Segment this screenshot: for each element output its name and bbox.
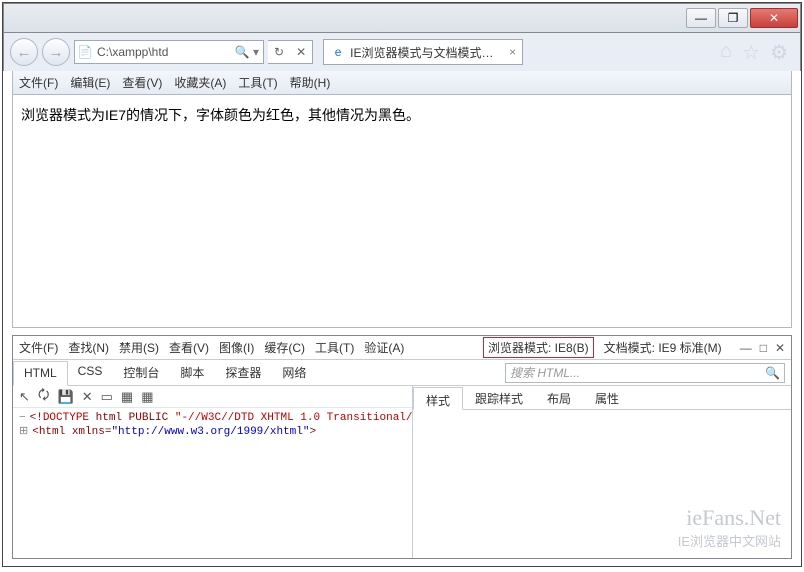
menu-help[interactable]: 帮助(H) [290,74,331,91]
watermark: ieFans.Net IE浏览器中文网站 [678,505,781,550]
stop-button[interactable]: ✕ [290,45,312,59]
dt-menu-file[interactable]: 文件(F) [19,339,58,356]
dt-tab-script[interactable]: 脚本 [170,360,215,385]
dt-menu-disable[interactable]: 禁用(S) [119,339,159,356]
address-utility: ↻ ✕ [268,40,313,64]
dt-restore-icon[interactable]: □ [760,341,767,355]
rtab-trace[interactable]: 跟踪样式 [463,386,535,409]
dt-menu-find[interactable]: 查找(N) [68,339,109,356]
dt-menu-validate[interactable]: 验证(A) [364,339,404,356]
tab-title: IE浏览器模式与文档模式的... [350,44,503,61]
window-minimize-button[interactable]: — [686,8,716,28]
menu-view[interactable]: 查看(V) [122,74,162,91]
ie-logo-icon: e [330,44,346,60]
favorites-icon[interactable]: ☆ [742,40,760,65]
rtab-attrs[interactable]: 属性 [583,386,631,409]
menu-favorites[interactable]: 收藏夹(A) [174,74,226,91]
page-content: 浏览器模式为IE7的情况下，字体颜色为红色，其他情况为黑色。 [12,95,792,328]
tab-close-button[interactable]: × [509,45,516,59]
tools-gear-icon[interactable]: ⚙ [770,40,788,65]
search-icon[interactable]: 🔍 [765,366,780,380]
grid-icon[interactable]: ▦ [121,389,133,405]
save-icon[interactable]: 💾 [58,389,74,405]
rtab-layout[interactable]: 布局 [535,386,583,409]
dt-menu-view[interactable]: 查看(V) [169,339,209,356]
devtools-search-input[interactable]: 搜索 HTML... 🔍 [505,363,785,383]
refresh-button[interactable]: ↻ [268,45,290,59]
dt-tab-css[interactable]: CSS [68,360,114,385]
window-titlebar: — ❐ ✕ [3,3,801,33]
clear-icon[interactable]: ✕ [82,389,93,405]
forward-button[interactable]: → [42,38,70,66]
devtools-style-pane: 样式 跟踪样式 布局 属性 ieFans.Net IE浏览器中文网站 [413,386,791,558]
search-dropdown-icon[interactable]: 🔍 ▾ [231,45,263,59]
document-mode-selector[interactable]: 文档模式: IE9 标准(M) [604,339,722,356]
rtab-styles[interactable]: 样式 [413,387,463,410]
dt-tab-profiler[interactable]: 探查器 [215,360,272,385]
select-element-icon[interactable]: ↖ [19,389,30,405]
address-text: C:\xampp\htd [95,45,231,59]
menu-edit[interactable]: 编辑(E) [70,74,110,91]
devtools-dom-pane: ↖ 🗘 💾 ✕ ▭ ▦ ▦ −<!DOCTYPE html PUBLIC "-/… [13,386,413,558]
address-bar[interactable]: 📄 C:\xampp\htd 🔍 ▾ [74,40,264,64]
watermark-subtitle: IE浏览器中文网站 [678,531,781,550]
search-placeholder: 搜索 HTML... [510,364,580,381]
dt-tab-html[interactable]: HTML [13,361,68,386]
browser-mode-selector[interactable]: 浏览器模式: IE8(B) [483,337,594,358]
window-maximize-button[interactable]: ❐ [718,8,748,28]
src-line-2: ⊞<html xmlns="http://www.w3.org/1999/xht… [19,424,406,438]
dt-menu-image[interactable]: 图像(I) [219,339,254,356]
browser-menubar: 文件(F) 编辑(E) 查看(V) 收藏夹(A) 工具(T) 帮助(H) [12,71,792,95]
dt-tab-network[interactable]: 网络 [272,360,317,385]
devtools-toolbar: ↖ 🗘 💾 ✕ ▭ ▦ ▦ [13,386,412,408]
page-icon: 📄 [75,45,95,59]
dt-close-icon[interactable]: ✕ [775,341,785,355]
dt-minimize-icon[interactable]: — [740,341,752,355]
browser-nav-row: ← → 📄 C:\xampp\htd 🔍 ▾ ↻ ✕ e IE浏览器模式与文档模… [3,33,801,71]
devtools-tabs-row: HTML CSS 控制台 脚本 探查器 网络 搜索 HTML... 🔍 [13,360,791,386]
home-icon[interactable]: ⌂ [720,40,732,65]
dt-menu-tools[interactable]: 工具(T) [315,339,354,356]
watermark-title: ieFans.Net [678,505,781,531]
refresh-dom-icon[interactable]: 🗘 [38,386,50,408]
dt-tab-console[interactable]: 控制台 [113,360,170,385]
menu-file[interactable]: 文件(F) [19,74,58,91]
grid2-icon[interactable]: ▦ [141,389,153,405]
dom-source[interactable]: −<!DOCTYPE html PUBLIC "-//W3C//DTD XHTM… [13,408,412,558]
menu-tools[interactable]: 工具(T) [238,74,277,91]
dt-menu-cache[interactable]: 缓存(C) [264,339,305,356]
back-button[interactable]: ← [10,38,38,66]
devtools-menubar: 文件(F) 查找(N) 禁用(S) 查看(V) 图像(I) 缓存(C) 工具(T… [13,336,791,360]
outline-icon[interactable]: ▭ [101,389,113,405]
body-text: 浏览器模式为IE7的情况下，字体颜色为红色，其他情况为黑色。 [21,107,420,123]
devtools-panel: 文件(F) 查找(N) 禁用(S) 查看(V) 图像(I) 缓存(C) 工具(T… [12,335,792,559]
window-close-button[interactable]: ✕ [750,8,798,28]
src-line-1: −<!DOCTYPE html PUBLIC "-//W3C//DTD XHTM… [19,412,406,424]
browser-tab[interactable]: e IE浏览器模式与文档模式的... × [323,39,523,65]
